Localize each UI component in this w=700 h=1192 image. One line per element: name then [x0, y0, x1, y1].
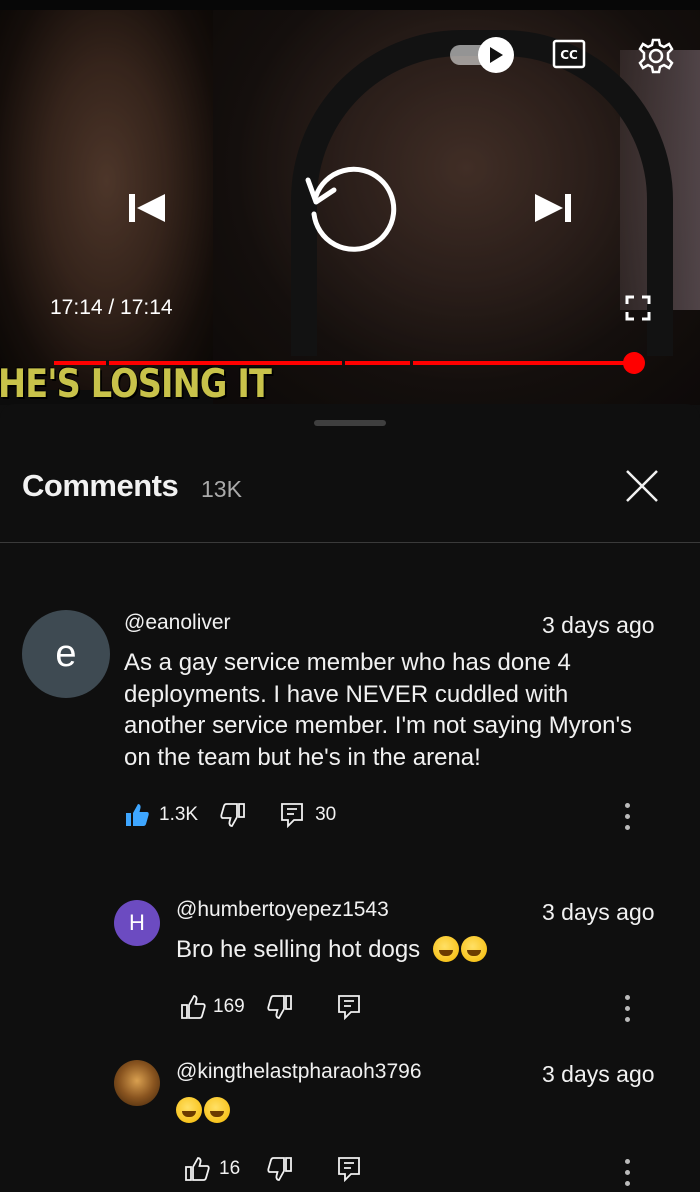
video-player[interactable]: CC 17:14 / 17:14 HE'S LOSING IT: [0, 0, 700, 405]
comment-text-line: As a gay service member who has done 4: [124, 649, 571, 676]
dislike-button[interactable]: [267, 1156, 293, 1182]
previous-video-button[interactable]: [120, 182, 172, 234]
comments-title: Comments: [22, 468, 179, 503]
fullscreen-button[interactable]: [622, 292, 654, 324]
comment-text-content: Bro he selling hot dogs: [176, 936, 421, 963]
autoplay-toggle-icon: [478, 37, 514, 73]
settings-button[interactable]: [636, 36, 676, 76]
comment-actions: 16: [184, 1156, 361, 1182]
progress-bar[interactable]: [54, 360, 634, 366]
rolling-on-floor-laughing-icon: [204, 1097, 230, 1123]
comment-text: Bro he selling hot dogs: [176, 934, 487, 965]
grinning-squinting-face-icon: [460, 936, 487, 962]
like-count: 16: [219, 1158, 241, 1179]
comment-text-line: deployments. I have NEVER cuddled with: [124, 680, 569, 708]
like-button[interactable]: 169: [180, 994, 245, 1020]
comment-author[interactable]: @kingthelastpharaoh3796: [176, 1060, 422, 1084]
thumbs-down-icon: [267, 1157, 293, 1181]
like-count: 169: [213, 996, 245, 1017]
avatar[interactable]: H: [114, 900, 160, 946]
more-dot: [624, 813, 630, 819]
replay-icon: [305, 166, 397, 252]
comment-text: [176, 1095, 230, 1126]
more-dot: [624, 994, 630, 1000]
reply-button[interactable]: [337, 994, 361, 1020]
comments-panel: Comments 13K e @eanoliver 3 days ago As …: [0, 404, 700, 1191]
reply-comment-icon: [281, 803, 303, 828]
autoplay-toggle[interactable]: [450, 37, 514, 73]
comment-actions: 169: [180, 994, 361, 1020]
avatar-letter: e: [55, 632, 77, 675]
chapter-marker: [106, 360, 109, 366]
reply-button[interactable]: [337, 1156, 361, 1182]
more-dot: [624, 1158, 630, 1164]
close-comments-button[interactable]: [620, 464, 664, 508]
reply-button[interactable]: 30: [280, 802, 336, 828]
more-dot: [624, 824, 630, 830]
thumbs-down-icon: [220, 803, 245, 827]
thumbs-up-filled-icon: [126, 804, 149, 826]
comment-text-line: on the team but he's in the arena!: [124, 743, 481, 771]
comments-header: Comments 13K: [0, 460, 700, 510]
thumbs-down-icon: [267, 995, 292, 1019]
like-count: 1.3K: [159, 804, 199, 825]
next-video-button[interactable]: [528, 182, 580, 234]
more-options-button[interactable]: [617, 1152, 637, 1192]
reply-comment-icon: [337, 995, 360, 1020]
chapter-marker: [410, 360, 413, 366]
header-divider: [0, 542, 700, 543]
thumbs-up-icon: [185, 1157, 210, 1181]
closed-captions-button[interactable]: CC: [552, 38, 586, 70]
loudly-crying-face-icon: [432, 936, 459, 962]
dislike-button[interactable]: [267, 994, 293, 1020]
reply-count: 30: [315, 804, 337, 825]
comment-author[interactable]: @eanoliver: [124, 611, 231, 635]
dislike-button[interactable]: [220, 802, 246, 828]
comment-text-line: another service member. I'm not saying M…: [124, 712, 633, 739]
more-options-button[interactable]: [617, 988, 637, 1028]
more-dot: [624, 1005, 630, 1011]
comment-author[interactable]: @humbertoyepez1543: [176, 898, 389, 922]
reply-comment-icon: [338, 1157, 361, 1182]
comments-count: 13K: [201, 476, 242, 502]
comment-date: 3 days ago: [542, 612, 655, 638]
more-dot: [624, 1016, 630, 1022]
more-options-button[interactable]: [617, 796, 637, 836]
comment-actions: 1.3K 30: [124, 802, 336, 828]
fullscreen-icon: [625, 295, 651, 321]
progress-scrubber-handle[interactable]: [623, 352, 645, 374]
chapter-marker: [342, 360, 345, 366]
close-icon: [626, 470, 658, 502]
comment-date: 3 days ago: [542, 899, 655, 925]
more-dot: [624, 1180, 630, 1186]
video-title-overlay: HE'S LOSING IT: [0, 362, 272, 405]
face-with-tears-of-joy-icon: [176, 1097, 202, 1123]
comment-text: As a gay service member who has done 4 d…: [124, 647, 632, 773]
time-display: 17:14 / 17:14: [50, 296, 173, 319]
comment-date: 3 days ago: [542, 1061, 655, 1087]
replay-button[interactable]: [300, 158, 400, 258]
previous-icon: [129, 194, 165, 222]
avatar[interactable]: [114, 1060, 160, 1106]
like-button[interactable]: 1.3K: [124, 802, 198, 828]
next-icon: [535, 194, 571, 222]
svg-text:CC: CC: [560, 48, 578, 62]
like-button[interactable]: 16: [184, 1156, 240, 1182]
avatar[interactable]: e: [22, 610, 110, 698]
more-dot: [624, 1169, 630, 1175]
drag-handle[interactable]: [314, 420, 386, 426]
thumbs-up-icon: [181, 995, 206, 1019]
settings-gear-icon: [638, 38, 674, 74]
closed-captions-icon: CC: [552, 39, 586, 69]
more-dot: [624, 802, 630, 808]
avatar-letter: H: [129, 910, 145, 935]
